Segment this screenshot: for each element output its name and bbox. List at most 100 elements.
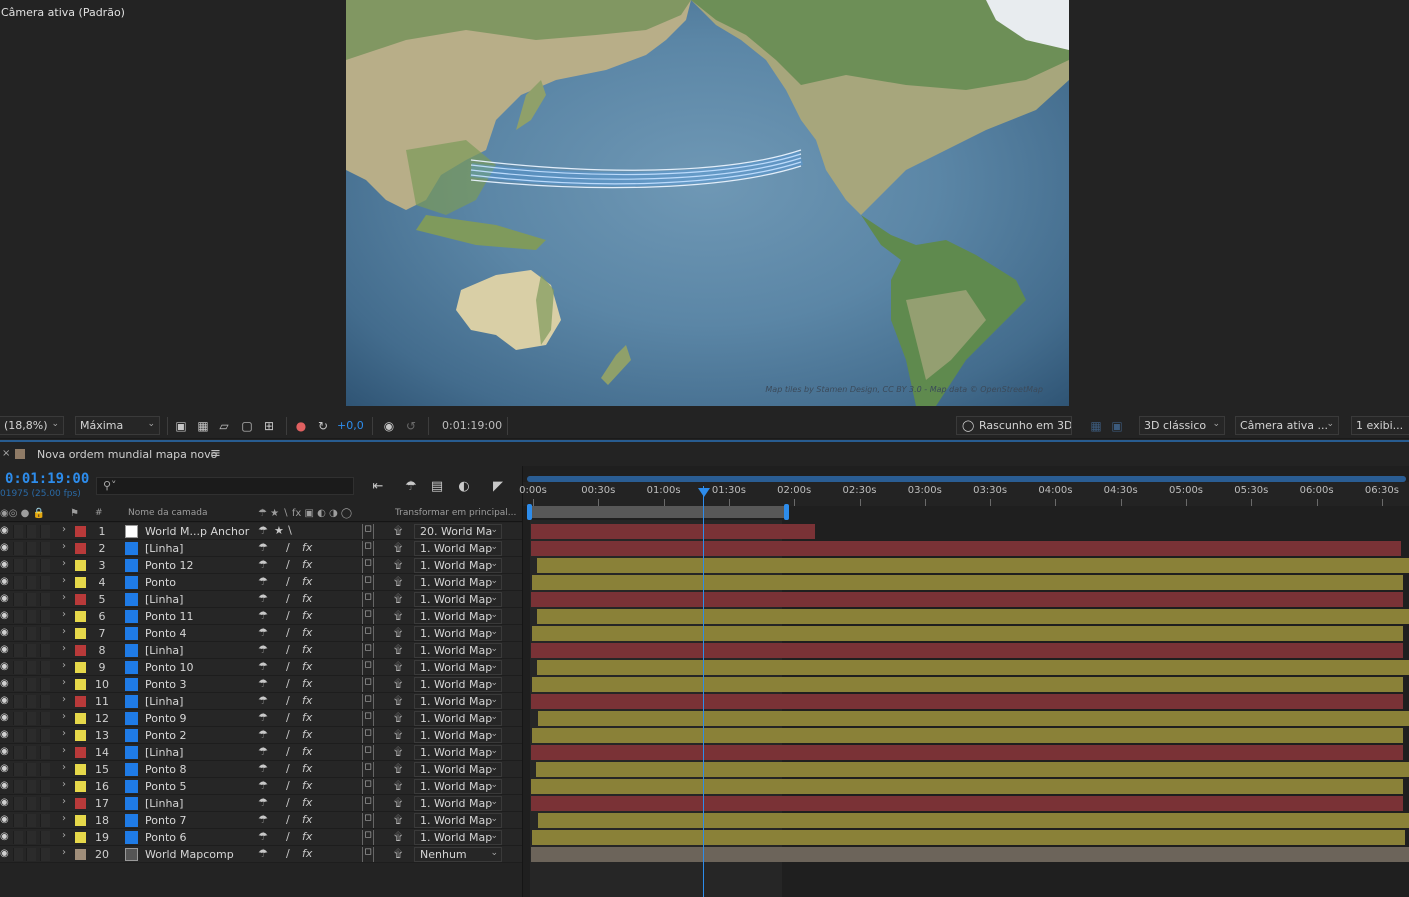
quality-switch-icon[interactable]: ∕	[286, 830, 290, 843]
shy-switch-icon[interactable]: ☂	[258, 558, 268, 571]
snapshot-icon[interactable]: ◉	[381, 418, 397, 434]
solo-toggle[interactable]	[26, 797, 36, 810]
shy-switch-icon[interactable]: ☂	[258, 694, 268, 707]
time-ruler[interactable]: 0:00s 00:30s 01:00s 01:30s 02:00s 02:30s 03:00…	[519, 482, 1409, 506]
layer-name[interactable]: Ponto 9	[145, 712, 186, 725]
label-color-swatch[interactable]	[75, 662, 86, 673]
layer-row[interactable]: ◉ › 9 Ponto 10 ☂ ∕ fx ◻ ۩ 1. World Map ⌄	[0, 659, 522, 676]
quality-switch-icon[interactable]: ∕	[286, 728, 290, 741]
layer-row[interactable]: ◉ › 16 Ponto 5 ☂ ∕ fx ◻ ۩ 1. World Map ⌄	[0, 778, 522, 795]
parent-dropdown[interactable]: Nenhum ⌄	[414, 847, 502, 862]
layer-duration-bar[interactable]	[531, 779, 1403, 794]
expand-arrow-icon[interactable]: ›	[62, 847, 66, 858]
layer-name[interactable]: Ponto 4	[145, 627, 186, 640]
layer-row[interactable]: ◉ › 2 [Linha] ☂ ∕ fx ◻ ۩ 1. World Map ⌄	[0, 540, 522, 557]
visibility-eye-icon[interactable]: ◉	[0, 712, 9, 723]
parent-dropdown[interactable]: 1. World Map ⌄	[414, 660, 502, 675]
visibility-eye-icon[interactable]: ◉	[0, 559, 9, 570]
label-color-swatch[interactable]	[75, 628, 86, 639]
comp-name[interactable]: Nova ordem mundial mapa novo	[37, 448, 217, 461]
label-color-swatch[interactable]	[75, 747, 86, 758]
effects-switch-icon[interactable]: fx	[302, 694, 312, 707]
extended-viewer-icon[interactable]: ▣	[1109, 418, 1125, 434]
audio-toggle[interactable]	[13, 644, 23, 657]
quality-switch-icon[interactable]: ∕	[286, 626, 290, 639]
visibility-eye-icon[interactable]: ◉	[0, 780, 9, 791]
parent-dropdown[interactable]: 1. World Map ⌄	[414, 813, 502, 828]
quality-switch-icon[interactable]: ∕	[286, 745, 290, 758]
lock-toggle[interactable]	[40, 525, 50, 538]
pick-whip-icon[interactable]: ۩	[394, 796, 402, 810]
shy-switch-icon[interactable]: ☂	[258, 830, 268, 843]
frame-blending-icon[interactable]: ▤	[428, 478, 446, 496]
quality-switch-icon[interactable]: ∕	[286, 796, 290, 809]
pick-whip-icon[interactable]: ۩	[394, 694, 402, 708]
label-color-swatch[interactable]	[75, 679, 86, 690]
pick-whip-icon[interactable]: ۩	[394, 711, 402, 725]
expand-arrow-icon[interactable]: ›	[62, 558, 66, 569]
hash-header[interactable]: #	[95, 508, 103, 518]
pick-whip-icon[interactable]: ۩	[394, 830, 402, 844]
audio-toggle[interactable]	[13, 678, 23, 691]
layer-name[interactable]: Ponto 5	[145, 780, 186, 793]
hamburger-menu-icon[interactable]: ≡	[210, 446, 221, 461]
audio-toggle[interactable]	[13, 831, 23, 844]
pick-whip-icon[interactable]: ۩	[394, 592, 402, 606]
audio-toggle[interactable]	[13, 661, 23, 674]
label-header-icon[interactable]: ⚑	[70, 508, 79, 519]
work-area-bar[interactable]	[527, 504, 789, 520]
pick-whip-icon[interactable]: ۩	[394, 558, 402, 572]
label-color-swatch[interactable]	[75, 781, 86, 792]
layer-row[interactable]: ◉ › 1 World M...p Anchor ☂ ★ ∖ ◻ ۩ 20. W…	[0, 523, 522, 540]
label-color-swatch[interactable]	[75, 543, 86, 554]
layer-duration-bar[interactable]	[538, 813, 1409, 828]
shy-switch-icon[interactable]: ☂	[258, 609, 268, 622]
3d-layer-switch-icon[interactable]: ◻	[362, 626, 374, 641]
audio-toggle[interactable]	[13, 780, 23, 793]
channels-icon[interactable]: ●	[293, 418, 309, 434]
expand-arrow-icon[interactable]: ›	[62, 711, 66, 722]
parent-dropdown[interactable]: 1. World Map ⌄	[414, 609, 502, 624]
effects-switch-icon[interactable]: fx	[302, 575, 312, 588]
audio-toggle[interactable]	[13, 559, 23, 572]
layer-duration-bar[interactable]	[537, 558, 1409, 573]
parent-dropdown[interactable]: 1. World Map ⌄	[414, 728, 502, 743]
map-frame[interactable]: Map tiles by Stamen Design, CC BY 3.0 - …	[346, 0, 1069, 406]
pick-whip-icon[interactable]: ۩	[394, 609, 402, 623]
shy-switch-icon[interactable]: ☂	[258, 762, 268, 775]
audio-toggle[interactable]	[13, 797, 23, 810]
visibility-eye-icon[interactable]: ◉	[0, 848, 9, 859]
visibility-eye-icon[interactable]: ◉	[0, 831, 9, 842]
effects-switch-icon[interactable]: fx	[302, 609, 312, 622]
solo-toggle[interactable]	[26, 729, 36, 742]
expand-arrow-icon[interactable]: ›	[62, 762, 66, 773]
quality-switch-icon[interactable]: ∕	[286, 847, 290, 860]
solo-toggle[interactable]	[26, 678, 36, 691]
solo-toggle[interactable]	[26, 576, 36, 589]
visibility-eye-icon[interactable]: ◉	[0, 644, 9, 655]
effects-switch-icon[interactable]: fx	[302, 830, 312, 843]
layer-name[interactable]: Ponto 8	[145, 763, 186, 776]
quality-switch-icon[interactable]: ∕	[286, 541, 290, 554]
pick-whip-icon[interactable]: ۩	[394, 626, 402, 640]
layer-duration-bar[interactable]	[531, 796, 1403, 811]
renderer-dropdown[interactable]: 3D clássico ⌄	[1139, 416, 1225, 435]
visibility-eye-icon[interactable]: ◉	[0, 542, 9, 553]
layer-duration-bar[interactable]	[532, 575, 1403, 590]
pick-whip-icon[interactable]: ۩	[394, 677, 402, 691]
audio-toggle[interactable]	[13, 814, 23, 827]
pick-whip-icon[interactable]: ۩	[394, 643, 402, 657]
solo-toggle[interactable]	[26, 695, 36, 708]
shy-switch-icon[interactable]: ☂	[258, 847, 268, 860]
parent-dropdown[interactable]: 1. World Map ⌄	[414, 575, 502, 590]
audio-toggle[interactable]	[13, 763, 23, 776]
audio-toggle[interactable]	[13, 525, 23, 538]
parent-dropdown[interactable]: 20. World Ma ⌄	[414, 524, 502, 539]
3d-layer-switch-icon[interactable]: ◻	[362, 711, 374, 726]
expand-arrow-icon[interactable]: ›	[62, 643, 66, 654]
visibility-eye-icon[interactable]: ◉	[0, 525, 9, 536]
lock-toggle[interactable]	[40, 729, 50, 742]
layer-name[interactable]: [Linha]	[145, 644, 183, 657]
region-of-interest-icon[interactable]: ▢	[239, 418, 255, 434]
layer-name[interactable]: Ponto	[145, 576, 176, 589]
